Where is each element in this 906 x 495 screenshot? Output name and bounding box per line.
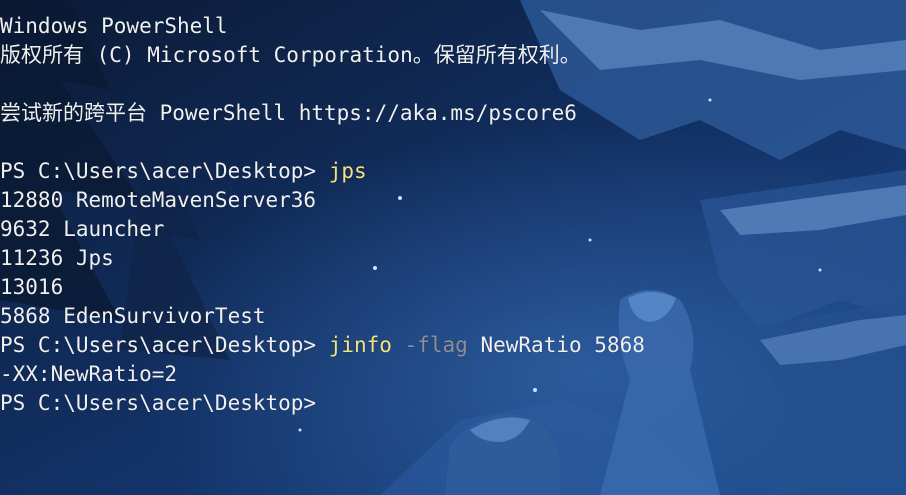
command-name: jinfo	[328, 333, 392, 357]
output-line: 11236 Jps	[0, 246, 114, 270]
prompt: PS C:\Users\acer\Desktop>	[0, 333, 329, 357]
output-line: 12880 RemoteMavenServer36	[0, 188, 317, 212]
prompt: PS C:\Users\acer\Desktop>	[0, 159, 329, 183]
banner-copyright: 版权所有 (C) Microsoft Corporation。保留所有权利。	[0, 43, 581, 67]
command-argument: 5868	[594, 333, 645, 357]
current-prompt-line[interactable]: PS C:\Users\acer\Desktop>	[0, 389, 906, 418]
command-line-jps: PS C:\Users\acer\Desktop> jps	[0, 157, 906, 186]
command-flag: -flag	[404, 333, 468, 357]
output-line: 9632 Launcher	[0, 217, 165, 241]
powershell-terminal[interactable]: Windows PowerShell 版权所有 (C) Microsoft Co…	[0, 12, 906, 418]
banner-title: Windows PowerShell	[0, 14, 228, 38]
command-name: jps	[328, 159, 367, 183]
output-line: -XX:NewRatio=2	[0, 362, 178, 386]
output-line: 13016	[0, 275, 64, 299]
command-argument: NewRatio	[480, 333, 582, 357]
output-line: 5868 EdenSurvivorTest	[0, 304, 266, 328]
command-line-jinfo: PS C:\Users\acer\Desktop> jinfo -flag Ne…	[0, 331, 906, 360]
banner-pscore-hint: 尝试新的跨平台 PowerShell https://aka.ms/pscore…	[0, 101, 577, 125]
prompt: PS C:\Users\acer\Desktop>	[0, 391, 317, 415]
